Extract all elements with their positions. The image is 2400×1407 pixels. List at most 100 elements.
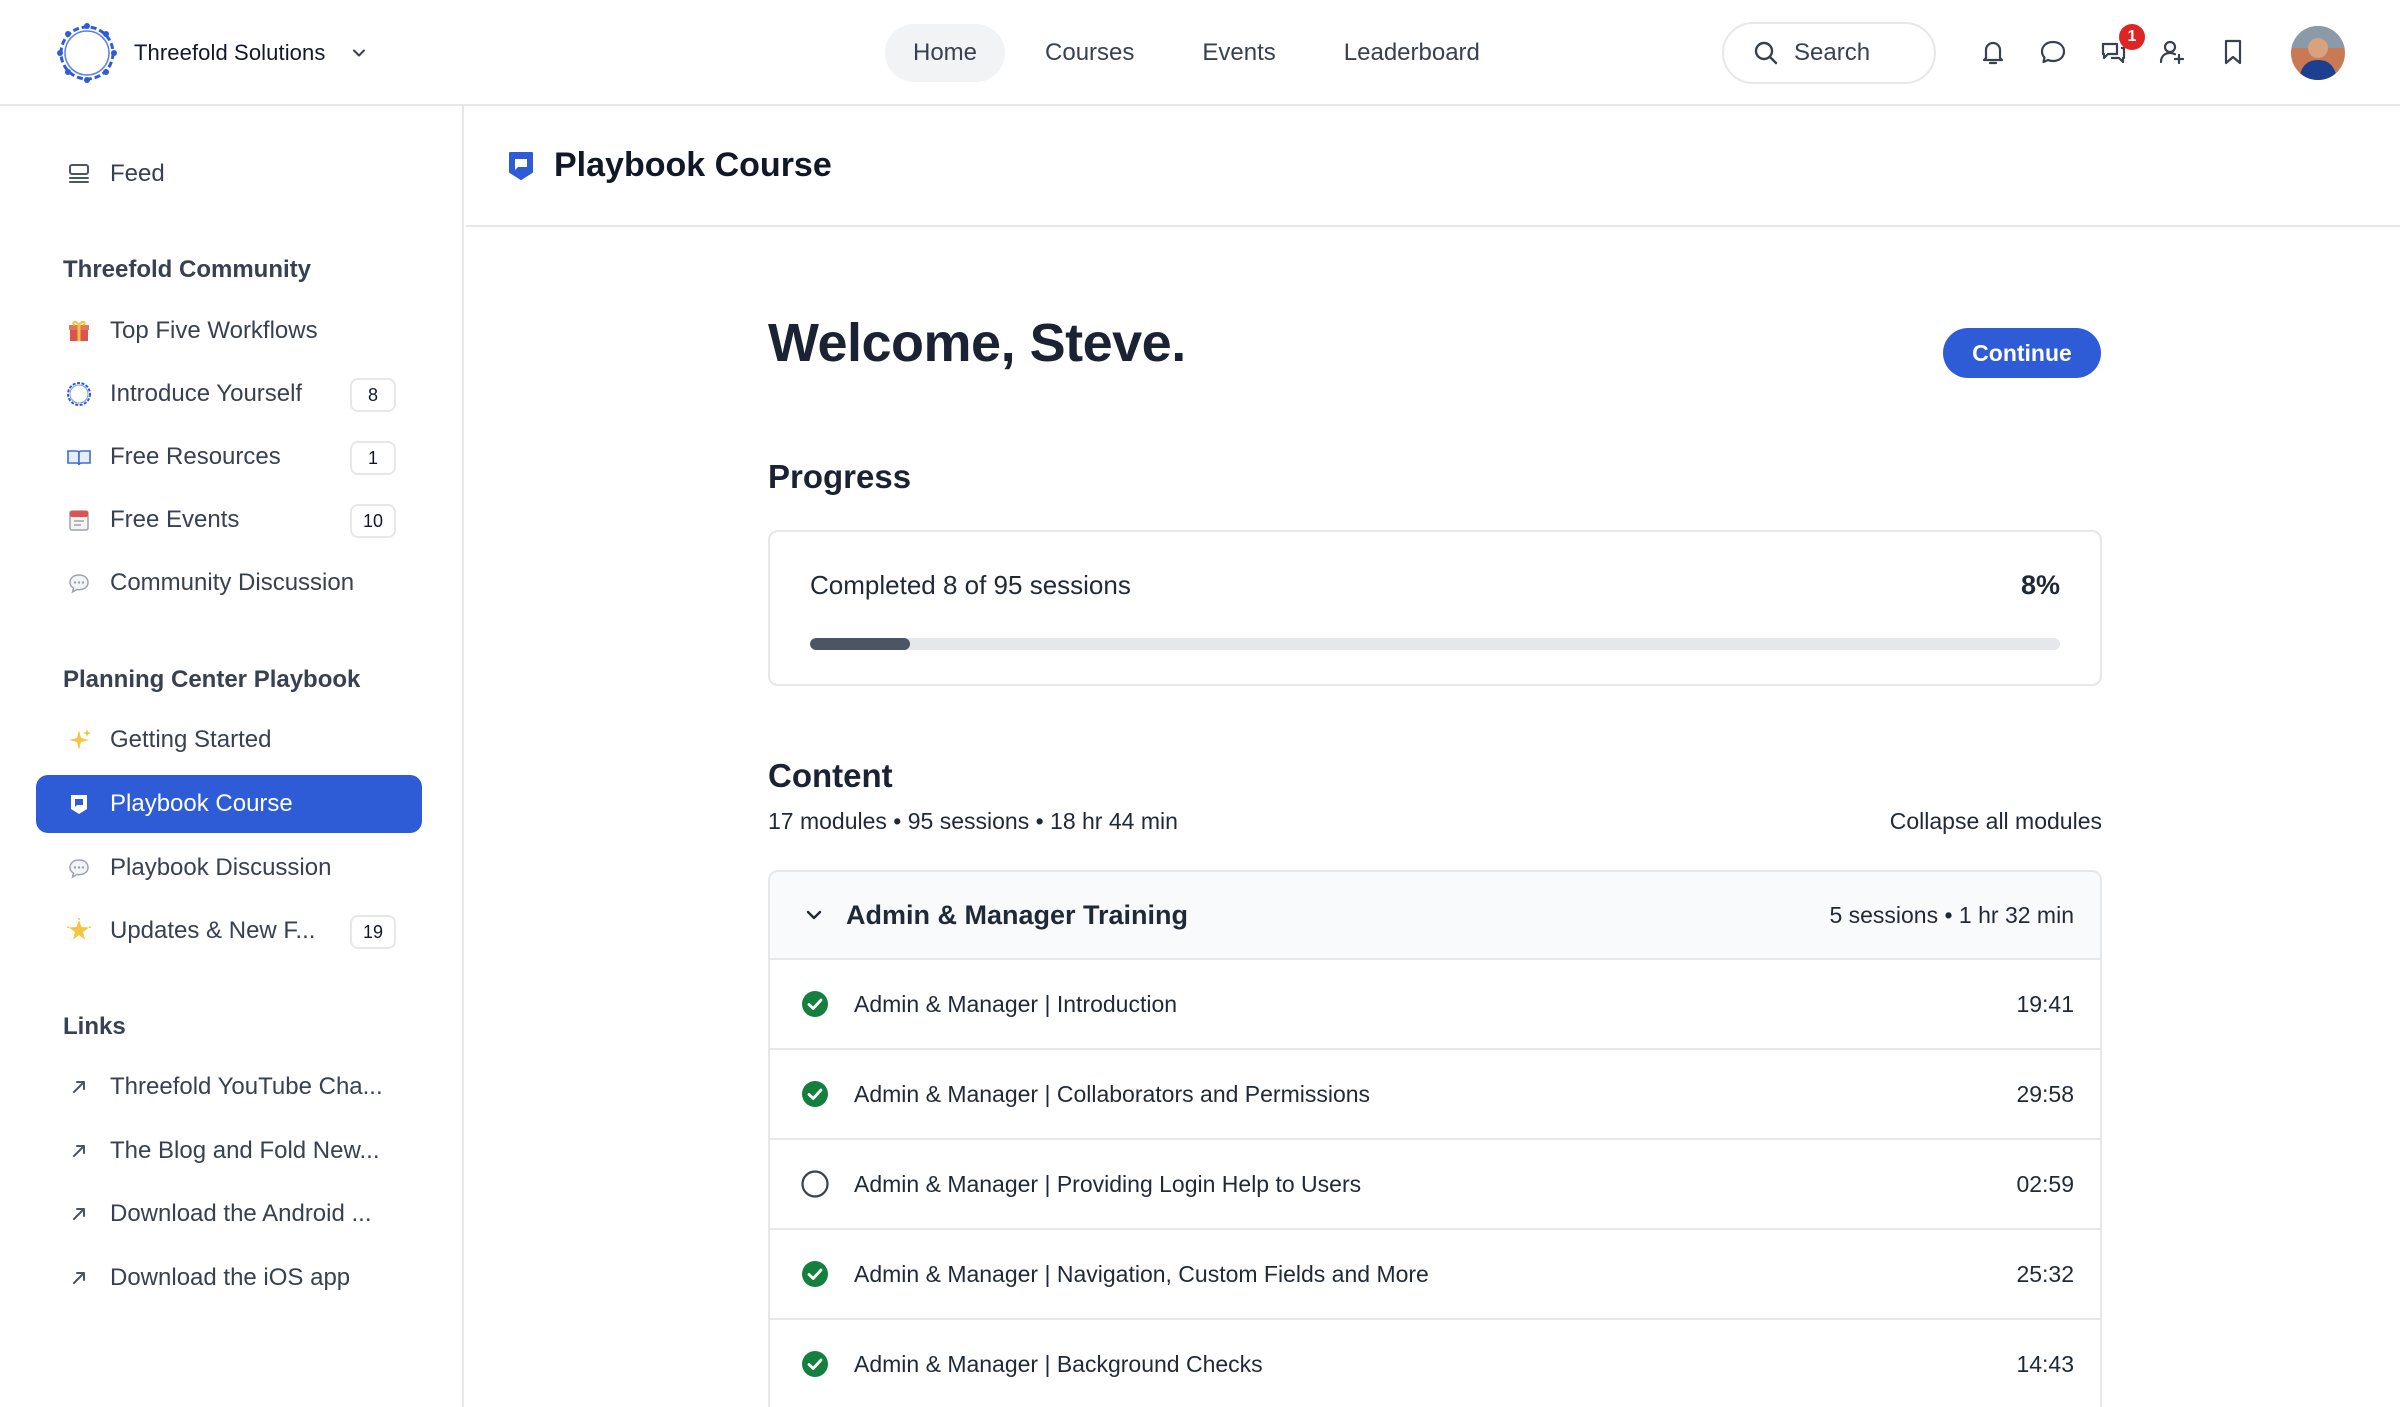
sidebar-item-label: Download the iOS app (110, 1264, 351, 1291)
sidebar-link-android[interactable]: Download the Android ... (36, 1185, 422, 1243)
sidebar-item-free-resources[interactable]: Free Resources 1 (36, 428, 422, 486)
sidebar-item-label: The Blog and Fold New... (110, 1137, 380, 1164)
sidebar-item-updates[interactable]: Updates & New F... 19 (36, 902, 422, 960)
people-icon (2159, 40, 2185, 65)
nav-leaderboard[interactable]: Leaderboard (1316, 24, 1508, 82)
external-arrow-icon (64, 1136, 94, 1166)
unread-count-badge: 19 (350, 915, 396, 949)
sidebar-item-feed[interactable]: Feed (36, 145, 422, 203)
unread-count-badge: 10 (350, 504, 396, 538)
notifications-button[interactable] (1975, 34, 2011, 70)
progress-text: Completed 8 of 95 sessions (810, 570, 1131, 600)
session-row[interactable]: Admin & Manager | Background Checks 14:4… (770, 1320, 2100, 1407)
sparkles-icon (64, 725, 94, 755)
session-title: Admin & Manager | Background Checks (854, 1350, 1263, 1377)
session-title: Admin & Manager | Providing Login Help t… (854, 1170, 1362, 1197)
sidebar: Feed Threefold Community Top Five Workfl… (0, 106, 464, 1407)
empty-circle-icon (800, 1169, 830, 1199)
user-avatar-icon (2291, 26, 2345, 80)
bookmarks-button[interactable] (2215, 34, 2251, 70)
sidebar-link-ios[interactable]: Download the iOS app (36, 1249, 422, 1307)
threefold-logo-icon (64, 379, 94, 409)
bookmark-icon (2224, 39, 2242, 65)
nav-events[interactable]: Events (1174, 24, 1303, 82)
session-duration: 14:43 (2016, 1350, 2074, 1377)
chat-button[interactable] (2035, 34, 2071, 70)
sidebar-item-playbook-course[interactable]: Playbook Course (36, 775, 422, 833)
external-arrow-icon (64, 1072, 94, 1102)
sidebar-item-label: Getting Started (110, 726, 272, 753)
session-duration: 29:58 (2016, 1080, 2074, 1107)
module-admin-manager-training: Admin & Manager Training 5 sessions • 1 … (768, 870, 2102, 1407)
sidebar-heading-playbook: Planning Center Playbook (63, 666, 361, 693)
content-heading: Content (768, 757, 893, 794)
book-icon (64, 442, 94, 472)
sidebar-item-label: Threefold YouTube Cha... (110, 1073, 383, 1100)
speech-bubble-icon (64, 853, 94, 883)
page-header: Playbook Course (466, 106, 2400, 227)
welcome-heading: Welcome, Steve. (768, 313, 1186, 373)
session-title: Admin & Manager | Navigation, Custom Fie… (854, 1260, 1429, 1287)
sidebar-item-label: Playbook Course (110, 790, 293, 817)
sidebar-item-getting-started[interactable]: Getting Started (36, 711, 422, 769)
sidebar-link-youtube[interactable]: Threefold YouTube Cha... (36, 1058, 422, 1116)
sidebar-heading-links: Links (63, 1013, 126, 1040)
collapse-all-modules-link[interactable]: Collapse all modules (1890, 808, 2102, 835)
sidebar-item-label: Top Five Workflows (110, 317, 318, 344)
star-burst-icon (64, 916, 94, 946)
module-header[interactable]: Admin & Manager Training 5 sessions • 1 … (770, 872, 2100, 960)
avatar[interactable] (2291, 26, 2345, 80)
nav-courses[interactable]: Courses (1017, 24, 1162, 82)
sidebar-item-playbook-discussion[interactable]: Playbook Discussion (36, 839, 422, 897)
progress-heading: Progress (768, 458, 912, 495)
speech-bubble-icon (64, 568, 94, 598)
people-button[interactable] (2155, 34, 2191, 70)
session-title: Admin & Manager | Collaborators and Perm… (854, 1080, 1371, 1107)
sidebar-item-introduce-yourself[interactable]: Introduce Yourself 8 (36, 365, 422, 423)
session-duration: 19:41 (2016, 990, 2074, 1017)
session-duration: 25:32 (2016, 1260, 2074, 1287)
unread-count-badge: 8 (350, 378, 396, 412)
session-row[interactable]: Admin & Manager | Providing Login Help t… (770, 1140, 2100, 1230)
threefold-logo-icon (57, 23, 117, 83)
gift-icon (64, 316, 94, 346)
check-circle-icon (800, 1349, 830, 1379)
sidebar-item-label: Download the Android ... (110, 1200, 372, 1227)
main-nav: Home Courses Events Leaderboard (885, 24, 1508, 82)
sidebar-item-community-discussion[interactable]: Community Discussion (36, 554, 422, 612)
sidebar-link-blog[interactable]: The Blog and Fold New... (36, 1122, 422, 1180)
sidebar-item-free-events[interactable]: Free Events 10 (36, 491, 422, 549)
continue-button[interactable]: Continue (1943, 328, 2101, 378)
nav-home[interactable]: Home (885, 24, 1006, 82)
sidebar-item-top-five-workflows[interactable]: Top Five Workflows (36, 302, 422, 360)
search-button[interactable]: Search (1722, 22, 1936, 84)
progress-track (810, 638, 2060, 650)
check-circle-icon (800, 989, 830, 1019)
sidebar-item-label: Free Events (110, 506, 240, 533)
sidebar-item-label: Free Resources (110, 443, 281, 470)
playbook-icon (509, 151, 533, 180)
messages-button[interactable]: 1 (2095, 24, 2145, 70)
sidebar-item-label: Playbook Discussion (110, 854, 332, 881)
session-row[interactable]: Admin & Manager | Introduction 19:41 (770, 960, 2100, 1050)
session-title: Admin & Manager | Introduction (854, 990, 1178, 1017)
progress-percent: 8% (2020, 570, 2060, 600)
content-summary: 17 modules • 95 sessions • 18 hr 44 min (768, 808, 1178, 834)
chevron-down-icon (353, 49, 366, 57)
check-circle-icon (800, 1079, 830, 1109)
brand-switcher[interactable]: Threefold Solutions (54, 20, 369, 86)
module-title: Admin & Manager Training (846, 899, 1189, 930)
bell-icon (1982, 41, 2004, 65)
external-arrow-icon (64, 1199, 94, 1229)
calendar-icon (64, 505, 94, 535)
check-circle-icon (800, 1259, 830, 1289)
feed-icon (64, 159, 94, 189)
sidebar-item-label: Community Discussion (110, 569, 355, 596)
session-row[interactable]: Admin & Manager | Navigation, Custom Fie… (770, 1230, 2100, 1320)
sidebar-item-label: Feed (110, 160, 165, 187)
module-meta: 5 sessions • 1 hr 32 min (1829, 901, 2074, 928)
page-title: Playbook Course (554, 146, 832, 184)
session-row[interactable]: Admin & Manager | Collaborators and Perm… (770, 1050, 2100, 1140)
messages-badge: 1 (2119, 24, 2145, 50)
chevron-down-icon (806, 910, 822, 920)
